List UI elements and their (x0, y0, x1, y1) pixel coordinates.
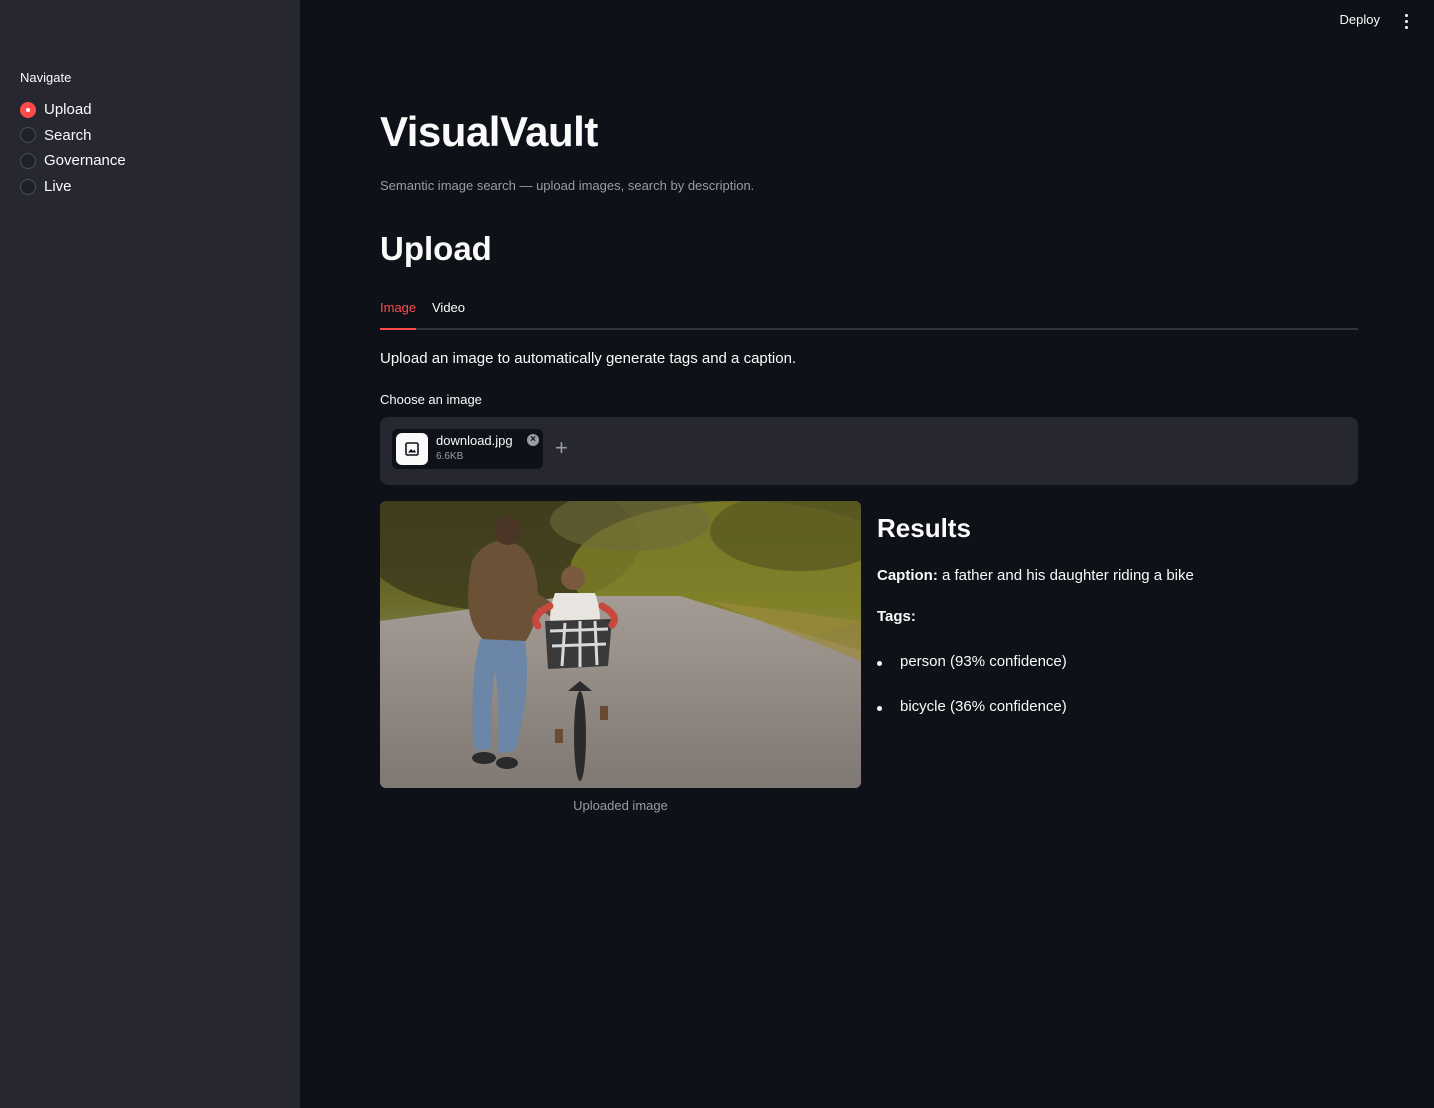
uploader-label: Choose an image (380, 392, 482, 407)
app-subtitle: Semantic image search — upload images, s… (380, 178, 755, 193)
file-uploader[interactable]: download.jpg 6.6KB × + (380, 417, 1358, 485)
radio-unselected-icon[interactable] (20, 152, 36, 169)
nav-option-label: Live (44, 178, 72, 196)
bullet-icon (877, 661, 882, 666)
media-tabs: Image Video (380, 296, 1358, 330)
uploaded-file-chip: download.jpg 6.6KB × (392, 429, 543, 469)
sidebar: Navigate Upload Search Governance Live (0, 0, 300, 1108)
app-title: VisualVault (380, 108, 598, 155)
file-size: 6.6KB (436, 451, 464, 462)
nav-option-live[interactable]: Live (20, 174, 126, 200)
image-file-icon (396, 433, 428, 465)
tab-image[interactable]: Image (380, 300, 416, 330)
nav-option-governance[interactable]: Governance (20, 148, 126, 174)
results-title: Results (877, 513, 971, 543)
tag-text: bicycle (36% confidence) (900, 698, 1067, 715)
top-toolbar: Deploy (1034, 0, 1434, 42)
intro-text: Upload an image to automatically generat… (380, 350, 797, 367)
uploaded-image (380, 501, 861, 788)
caption-line: Caption: a father and his daughter ridin… (877, 567, 1194, 584)
add-file-button[interactable]: + (555, 436, 568, 460)
deploy-button[interactable]: Deploy (1340, 12, 1380, 27)
nav-option-label: Search (44, 126, 92, 144)
uploaded-photo-illustration (380, 501, 861, 788)
tags-heading: Tags: (877, 608, 916, 625)
close-circle-icon[interactable]: × (527, 434, 539, 446)
tag-text: person (93% confidence) (900, 653, 1067, 670)
nav-option-search[interactable]: Search (20, 123, 126, 149)
image-caption: Uploaded image (573, 798, 668, 813)
more-vertical-icon[interactable] (1398, 11, 1414, 31)
radio-selected-icon[interactable] (20, 101, 36, 118)
navigate-heading: Navigate (20, 70, 72, 85)
navigate-radio-group: Upload Search Governance Live (20, 97, 126, 199)
section-title: Upload (380, 230, 492, 267)
tab-video[interactable]: Video (432, 300, 465, 330)
radio-unselected-icon[interactable] (20, 178, 36, 195)
nav-option-label: Upload (44, 101, 92, 119)
tag-list-item: person (93% confidence) (877, 653, 1067, 670)
bullet-icon (877, 706, 882, 711)
caption-label: Caption: (877, 567, 938, 584)
caption-text: a father and his daughter riding a bike (942, 567, 1194, 584)
nav-option-label: Governance (44, 152, 126, 170)
nav-option-upload[interactable]: Upload (20, 97, 126, 123)
file-name: download.jpg (436, 433, 513, 448)
tag-list-item: bicycle (36% confidence) (877, 698, 1067, 715)
radio-unselected-icon[interactable] (20, 127, 36, 144)
